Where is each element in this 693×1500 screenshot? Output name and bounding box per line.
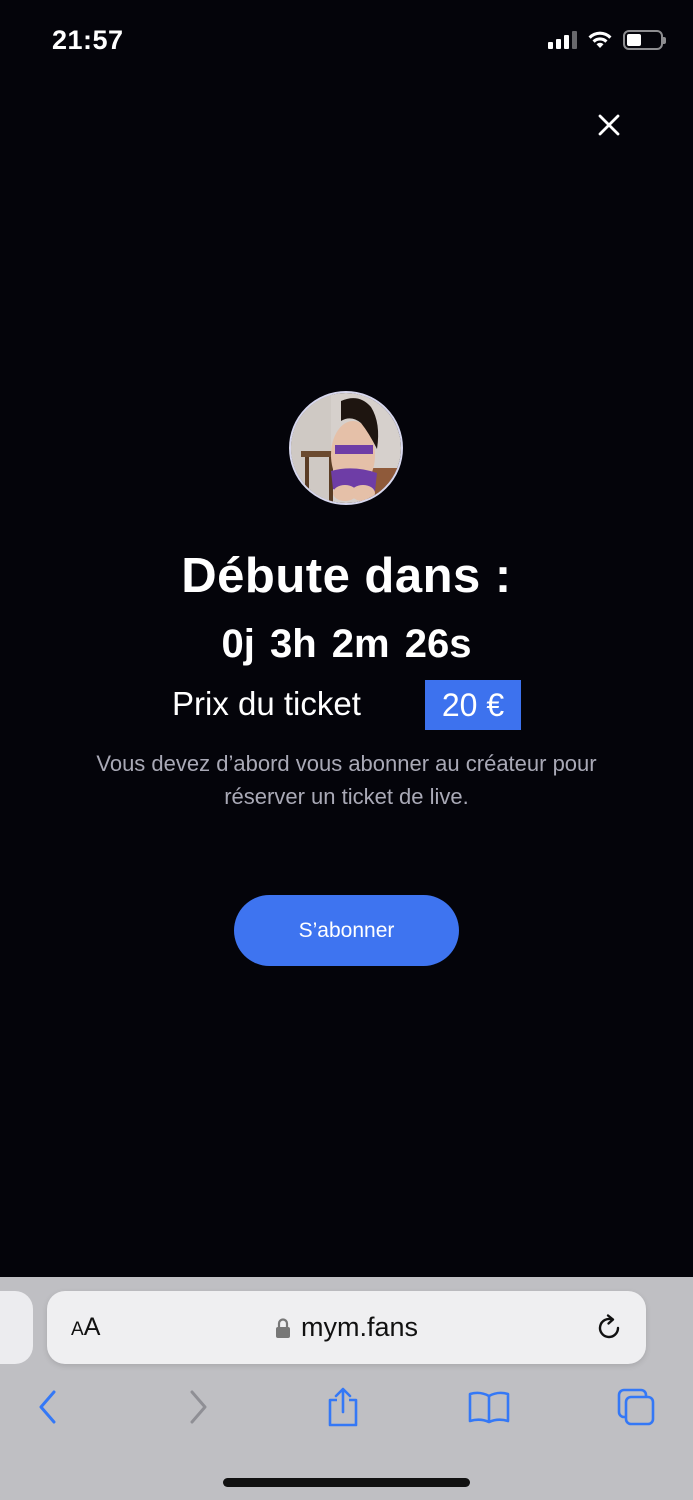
- forward-icon: [190, 1390, 207, 1424]
- home-indicator: [223, 1478, 470, 1487]
- creator-avatar[interactable]: [289, 391, 403, 505]
- reload-icon: [598, 1314, 620, 1339]
- browser-toolbar: AA mym.fans: [0, 1277, 693, 1500]
- subscription-info: Vous devez d’abord vous abonner au créat…: [40, 747, 653, 813]
- address-bar[interactable]: AA mym.fans: [47, 1291, 646, 1364]
- info-line-2: réserver un ticket de live.: [224, 784, 469, 809]
- reload-button[interactable]: [594, 1313, 624, 1343]
- tabs-icon: [617, 1388, 655, 1426]
- previous-tab-preview[interactable]: [0, 1291, 33, 1364]
- share-icon: [328, 1387, 358, 1427]
- cellular-signal-icon: [548, 31, 577, 49]
- url-display[interactable]: mym.fans: [47, 1291, 646, 1364]
- share-button[interactable]: [321, 1385, 365, 1429]
- bookmarks-icon: [468, 1391, 510, 1424]
- url-text: mym.fans: [300, 1312, 419, 1342]
- bookmarks-button[interactable]: [467, 1385, 511, 1429]
- forward-button[interactable]: [176, 1385, 220, 1429]
- page-title: Débute dans :: [181, 549, 512, 603]
- status-time: 21:57: [52, 25, 124, 55]
- ticket-price-badge: 20 €: [425, 680, 521, 730]
- close-button[interactable]: [592, 108, 626, 142]
- countdown-timer: 0j 3h 2m 26s: [221, 622, 472, 666]
- info-line-1: Vous devez d’abord vous abonner au créat…: [96, 751, 597, 776]
- close-icon: [598, 114, 620, 136]
- tabs-button[interactable]: [614, 1385, 658, 1429]
- battery-icon: [623, 30, 666, 50]
- lock-icon: [275, 1317, 290, 1338]
- ticket-price-label: Prix du ticket: [172, 685, 361, 722]
- wifi-icon: [588, 31, 612, 48]
- status-bar: 21:57: [0, 0, 693, 84]
- back-icon: [39, 1390, 56, 1424]
- status-icons: [548, 30, 666, 50]
- back-button[interactable]: [26, 1385, 70, 1429]
- subscribe-button[interactable]: S’abonner: [234, 895, 459, 966]
